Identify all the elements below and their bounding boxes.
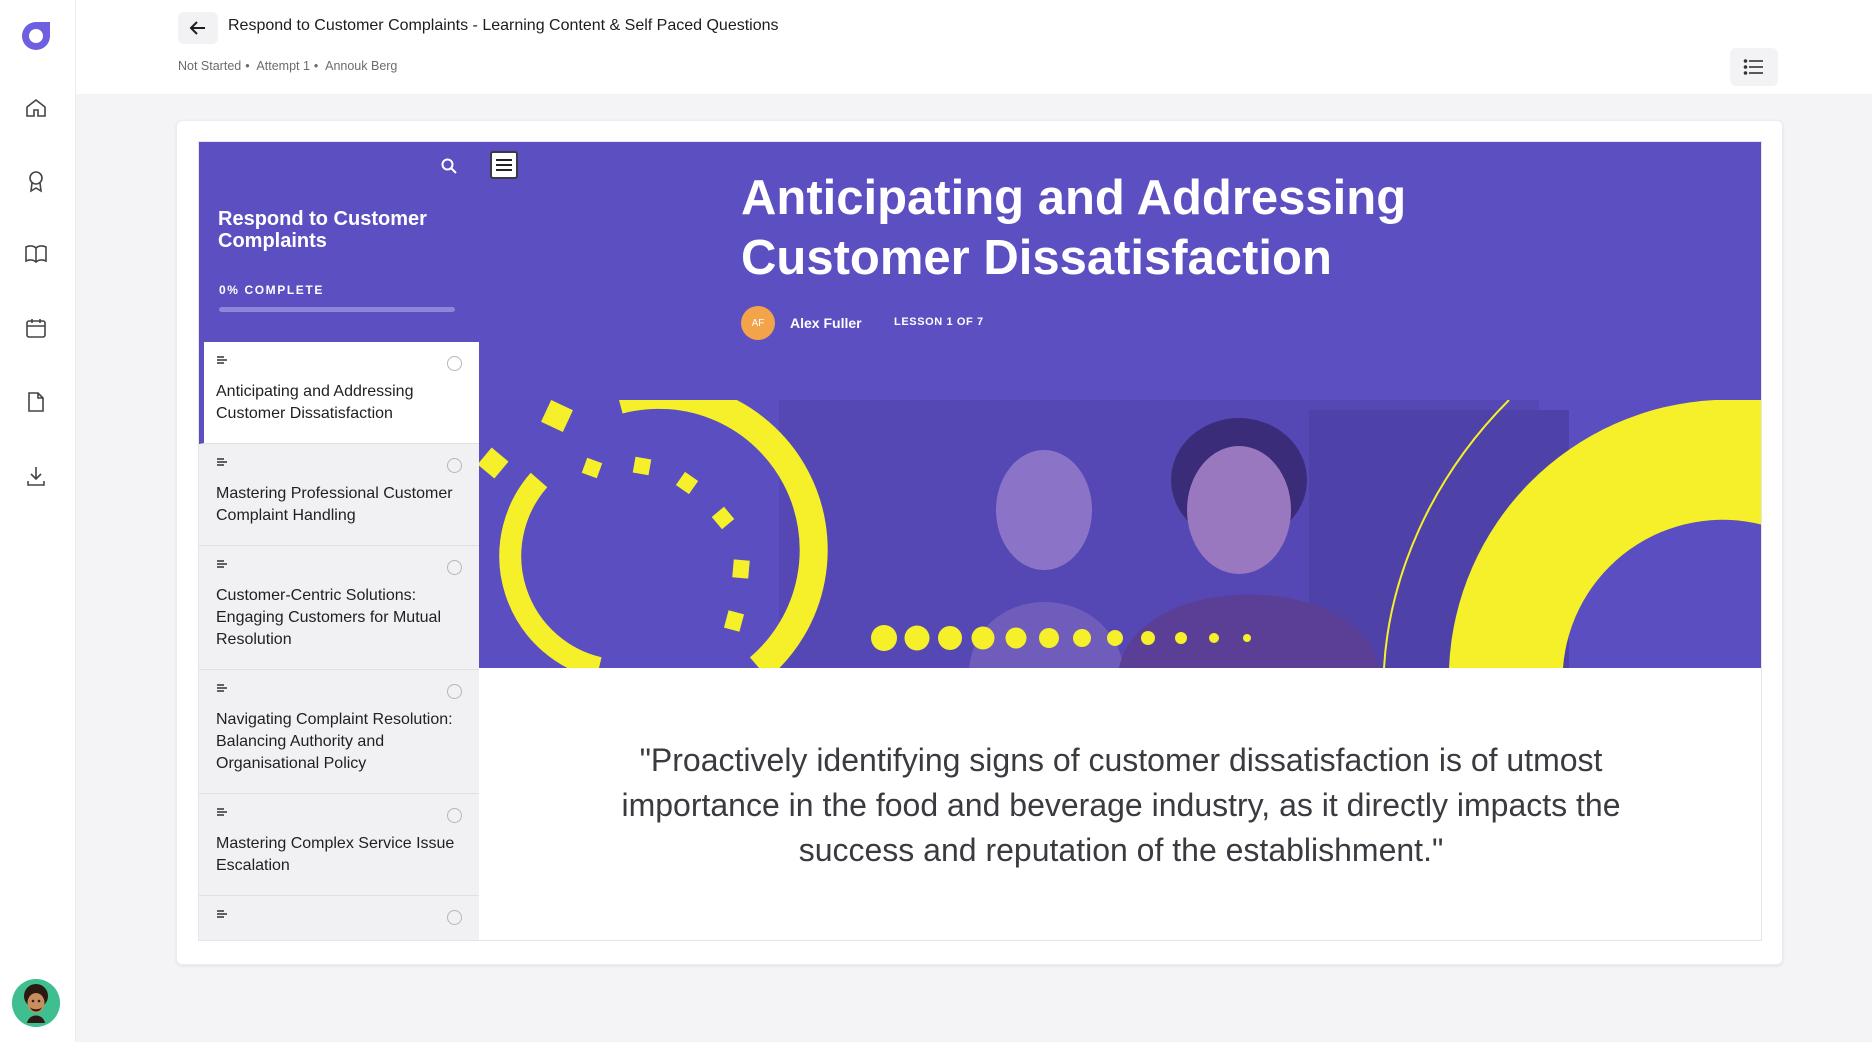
text-lesson-icon [217, 808, 227, 816]
calendar-icon[interactable] [22, 314, 50, 342]
lesson-name: Mastering Complex Service Issue Escalati… [216, 835, 455, 874]
hamburger-icon [496, 159, 512, 171]
status-circle-icon [447, 560, 462, 575]
lesson-quote: "Proactively identifying signs of custom… [621, 742, 1621, 868]
search-icon[interactable] [437, 154, 461, 178]
text-lesson-icon [217, 458, 227, 466]
course-title: Respond to Customer Complaints [218, 208, 427, 252]
download-icon[interactable] [22, 462, 50, 490]
separator: • [313, 59, 319, 73]
page-title: Respond to Customer Complaints - Learnin… [228, 17, 779, 34]
content-card: Respond to Customer Complaints 0% COMPLE… [176, 120, 1783, 965]
lesson-item[interactable] [199, 896, 479, 940]
lesson-name: Mastering Professional Customer Complain… [216, 485, 453, 524]
status-circle-icon [447, 910, 462, 925]
text-lesson-icon [217, 560, 227, 568]
lesson-item[interactable]: Customer-Centric Solutions: Engaging Cus… [199, 546, 479, 670]
lesson-count: LESSON 1 OF 7 [894, 316, 984, 328]
back-button[interactable] [178, 12, 218, 44]
app-rail [0, 0, 76, 1042]
author-name: Alex Fuller [790, 315, 862, 331]
award-icon[interactable] [22, 167, 50, 195]
lesson-item[interactable]: Navigating Complaint Resolution: Balanci… [199, 670, 479, 794]
person-figure [996, 450, 1092, 570]
lesson-name: Customer-Centric Solutions: Engaging Cus… [216, 587, 441, 648]
author-avatar: AF [741, 306, 775, 340]
status-circle-icon [447, 458, 462, 473]
learner-name: Annouk Berg [325, 59, 398, 73]
lesson-player: Respond to Customer Complaints 0% COMPLE… [198, 141, 1762, 941]
lesson-banner-image [479, 400, 1761, 668]
course-sidebar: Respond to Customer Complaints 0% COMPLE… [199, 142, 479, 940]
home-icon[interactable] [22, 94, 50, 122]
lesson-item[interactable]: Mastering Professional Customer Complain… [199, 444, 479, 546]
list-icon [1743, 59, 1763, 75]
progress-label: 0% COMPLETE [219, 283, 324, 297]
lesson-item[interactable]: Mastering Complex Service Issue Escalati… [199, 794, 479, 896]
book-icon[interactable] [22, 240, 50, 268]
status-circle-icon [447, 684, 462, 699]
lesson-name: Anticipating and Addressing Customer Dis… [216, 383, 414, 422]
outline-toggle-button[interactable] [1730, 48, 1778, 86]
lesson-header: Anticipating and Addressing Customer Dis… [479, 142, 1761, 400]
status-circle-icon [447, 808, 462, 823]
lesson-item[interactable]: Anticipating and Addressing Customer Dis… [199, 342, 479, 444]
user-avatar[interactable] [12, 979, 60, 1027]
status-circle-icon [447, 356, 462, 371]
text-lesson-icon [217, 910, 227, 918]
arrow-left-icon [189, 21, 205, 35]
status-text: Not Started [178, 59, 242, 73]
text-lesson-icon [217, 684, 227, 692]
progress-bar [219, 307, 455, 312]
document-icon[interactable] [22, 388, 50, 416]
attempt-text: Attempt 1 [256, 59, 310, 73]
app-logo[interactable] [18, 18, 54, 54]
lesson-name: Navigating Complaint Resolution: Balanci… [216, 711, 453, 772]
lesson-list: Anticipating and Addressing Customer Dis… [199, 342, 479, 940]
lesson-title: Anticipating and Addressing Customer Dis… [741, 171, 1407, 285]
separator: • [245, 59, 250, 73]
course-sidebar-header: Respond to Customer Complaints 0% COMPLE… [199, 142, 479, 342]
attempt-meta: Not Started • Attempt 1 • Annouk Berg [178, 59, 401, 73]
lesson-content: Anticipating and Addressing Customer Dis… [479, 142, 1761, 940]
text-lesson-icon [217, 356, 227, 364]
menu-button[interactable] [490, 151, 518, 179]
top-header: Respond to Customer Complaints - Learnin… [76, 0, 1872, 94]
